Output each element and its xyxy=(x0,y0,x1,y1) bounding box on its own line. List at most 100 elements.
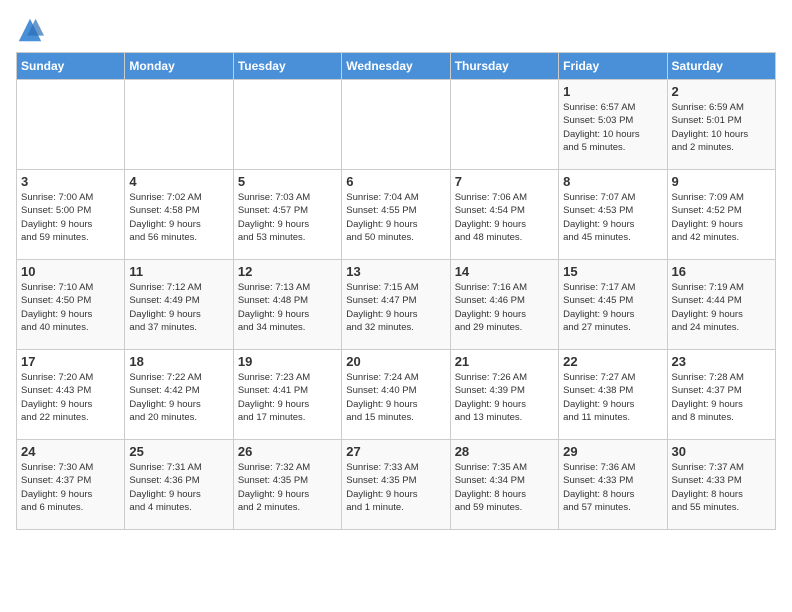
calendar-cell: 19 Sunrise: 7:23 AM Sunset: 4:41 PM Dayli… xyxy=(233,350,341,440)
cell-text: Sunrise: 7:04 AM Sunset: 4:55 PM Dayligh… xyxy=(346,191,445,244)
cell-text: Sunrise: 7:23 AM Sunset: 4:41 PM Dayligh… xyxy=(238,371,337,424)
calendar-cell: 26 Sunrise: 7:32 AM Sunset: 4:35 PM Dayli… xyxy=(233,440,341,530)
cell-text: Sunrise: 6:57 AM Sunset: 5:03 PM Dayligh… xyxy=(563,101,662,154)
calendar-table: SundayMondayTuesdayWednesdayThursdayFrid… xyxy=(16,52,776,530)
cell-text: Sunrise: 7:33 AM Sunset: 4:35 PM Dayligh… xyxy=(346,461,445,514)
calendar-cell: 20Sunrise: 7:24 AM Sunset: 4:40 PM Dayli… xyxy=(342,350,450,440)
calendar-cell: 23Sunrise: 7:28 AM Sunset: 4:37 PM Dayli… xyxy=(667,350,775,440)
calendar-cell: 28 Sunrise: 7:35 AM Sunset: 4:34 PM Dayli… xyxy=(450,440,558,530)
day-number: 26 xyxy=(238,444,337,459)
cell-text: Sunrise: 7:00 AM Sunset: 5:00 PM Dayligh… xyxy=(21,191,120,244)
day-number: 24 xyxy=(21,444,120,459)
day-number: 17 xyxy=(21,354,120,369)
header-monday: Monday xyxy=(125,53,233,80)
calendar-cell: 17 Sunrise: 7:20 AM Sunset: 4:43 PM Dayli… xyxy=(17,350,125,440)
day-number: 28 xyxy=(455,444,554,459)
calendar-cell xyxy=(450,80,558,170)
day-number: 6 xyxy=(346,174,445,189)
day-number: 7 xyxy=(455,174,554,189)
day-number: 11 xyxy=(129,264,228,279)
calendar-cell: 30Sunrise: 7:37 AM Sunset: 4:33 PM Dayli… xyxy=(667,440,775,530)
cell-text: Sunrise: 7:31 AM Sunset: 4:36 PM Dayligh… xyxy=(129,461,228,514)
cell-text: Sunrise: 7:35 AM Sunset: 4:34 PM Dayligh… xyxy=(455,461,554,514)
day-number: 27 xyxy=(346,444,445,459)
cell-text: Sunrise: 7:15 AM Sunset: 4:47 PM Dayligh… xyxy=(346,281,445,334)
calendar-cell xyxy=(233,80,341,170)
day-number: 18 xyxy=(129,354,228,369)
day-number: 13 xyxy=(346,264,445,279)
calendar-cell: 13 Sunrise: 7:15 AM Sunset: 4:47 PM Dayli… xyxy=(342,260,450,350)
calendar-cell: 14 Sunrise: 7:16 AM Sunset: 4:46 PM Dayli… xyxy=(450,260,558,350)
calendar-cell: 4Sunrise: 7:02 AM Sunset: 4:58 PM Daylig… xyxy=(125,170,233,260)
day-number: 10 xyxy=(21,264,120,279)
day-number: 1 xyxy=(563,84,662,99)
cell-text: Sunrise: 7:17 AM Sunset: 4:45 PM Dayligh… xyxy=(563,281,662,334)
day-number: 21 xyxy=(455,354,554,369)
cell-text: Sunrise: 6:59 AM Sunset: 5:01 PM Dayligh… xyxy=(672,101,771,154)
calendar-header-row: SundayMondayTuesdayWednesdayThursdayFrid… xyxy=(17,53,776,80)
day-number: 14 xyxy=(455,264,554,279)
calendar-row-0: 1 Sunrise: 6:57 AM Sunset: 5:03 PM Daylig… xyxy=(17,80,776,170)
day-number: 2 xyxy=(672,84,771,99)
day-number: 25 xyxy=(129,444,228,459)
calendar-row-2: 10 Sunrise: 7:10 AM Sunset: 4:50 PM Dayli… xyxy=(17,260,776,350)
calendar-row-4: 24 Sunrise: 7:30 AM Sunset: 4:37 PM Dayli… xyxy=(17,440,776,530)
day-number: 12 xyxy=(238,264,337,279)
calendar-cell: 24 Sunrise: 7:30 AM Sunset: 4:37 PM Dayli… xyxy=(17,440,125,530)
day-number: 29 xyxy=(563,444,662,459)
calendar-row-1: 3 Sunrise: 7:00 AM Sunset: 5:00 PM Daylig… xyxy=(17,170,776,260)
day-number: 9 xyxy=(672,174,771,189)
day-number: 16 xyxy=(672,264,771,279)
day-number: 19 xyxy=(238,354,337,369)
cell-text: Sunrise: 7:03 AM Sunset: 4:57 PM Dayligh… xyxy=(238,191,337,244)
logo-icon xyxy=(16,16,44,44)
cell-text: Sunrise: 7:30 AM Sunset: 4:37 PM Dayligh… xyxy=(21,461,120,514)
cell-text: Sunrise: 7:26 AM Sunset: 4:39 PM Dayligh… xyxy=(455,371,554,424)
calendar-cell xyxy=(342,80,450,170)
day-number: 3 xyxy=(21,174,120,189)
cell-text: Sunrise: 7:20 AM Sunset: 4:43 PM Dayligh… xyxy=(21,371,120,424)
cell-text: Sunrise: 7:02 AM Sunset: 4:58 PM Dayligh… xyxy=(129,191,228,244)
calendar-cell: 7Sunrise: 7:06 AM Sunset: 4:54 PM Daylig… xyxy=(450,170,558,260)
calendar-cell: 11Sunrise: 7:12 AM Sunset: 4:49 PM Dayli… xyxy=(125,260,233,350)
logo xyxy=(16,16,48,44)
day-number: 22 xyxy=(563,354,662,369)
cell-text: Sunrise: 7:10 AM Sunset: 4:50 PM Dayligh… xyxy=(21,281,120,334)
calendar-cell: 29 Sunrise: 7:36 AM Sunset: 4:33 PM Dayli… xyxy=(559,440,667,530)
cell-text: Sunrise: 7:16 AM Sunset: 4:46 PM Dayligh… xyxy=(455,281,554,334)
cell-text: Sunrise: 7:22 AM Sunset: 4:42 PM Dayligh… xyxy=(129,371,228,424)
header-thursday: Thursday xyxy=(450,53,558,80)
cell-text: Sunrise: 7:19 AM Sunset: 4:44 PM Dayligh… xyxy=(672,281,771,334)
cell-text: Sunrise: 7:36 AM Sunset: 4:33 PM Dayligh… xyxy=(563,461,662,514)
calendar-cell: 1 Sunrise: 6:57 AM Sunset: 5:03 PM Daylig… xyxy=(559,80,667,170)
cell-text: Sunrise: 7:24 AM Sunset: 4:40 PM Dayligh… xyxy=(346,371,445,424)
calendar-cell: 12Sunrise: 7:13 AM Sunset: 4:48 PM Dayli… xyxy=(233,260,341,350)
header-friday: Friday xyxy=(559,53,667,80)
calendar-cell: 27 Sunrise: 7:33 AM Sunset: 4:35 PM Dayli… xyxy=(342,440,450,530)
header-wednesday: Wednesday xyxy=(342,53,450,80)
calendar-row-3: 17 Sunrise: 7:20 AM Sunset: 4:43 PM Dayli… xyxy=(17,350,776,440)
cell-text: Sunrise: 7:07 AM Sunset: 4:53 PM Dayligh… xyxy=(563,191,662,244)
calendar-body: 1 Sunrise: 6:57 AM Sunset: 5:03 PM Daylig… xyxy=(17,80,776,530)
calendar-cell xyxy=(125,80,233,170)
header-saturday: Saturday xyxy=(667,53,775,80)
page-header xyxy=(16,16,776,44)
day-number: 8 xyxy=(563,174,662,189)
calendar-cell: 8 Sunrise: 7:07 AM Sunset: 4:53 PM Daylig… xyxy=(559,170,667,260)
calendar-cell: 16 Sunrise: 7:19 AM Sunset: 4:44 PM Dayli… xyxy=(667,260,775,350)
cell-text: Sunrise: 7:09 AM Sunset: 4:52 PM Dayligh… xyxy=(672,191,771,244)
header-tuesday: Tuesday xyxy=(233,53,341,80)
day-number: 15 xyxy=(563,264,662,279)
calendar-cell: 9 Sunrise: 7:09 AM Sunset: 4:52 PM Daylig… xyxy=(667,170,775,260)
day-number: 30 xyxy=(672,444,771,459)
calendar-cell: 5Sunrise: 7:03 AM Sunset: 4:57 PM Daylig… xyxy=(233,170,341,260)
calendar-cell xyxy=(17,80,125,170)
header-sunday: Sunday xyxy=(17,53,125,80)
calendar-cell: 18 Sunrise: 7:22 AM Sunset: 4:42 PM Dayli… xyxy=(125,350,233,440)
cell-text: Sunrise: 7:28 AM Sunset: 4:37 PM Dayligh… xyxy=(672,371,771,424)
calendar-cell: 2 Sunrise: 6:59 AM Sunset: 5:01 PM Daylig… xyxy=(667,80,775,170)
cell-text: Sunrise: 7:32 AM Sunset: 4:35 PM Dayligh… xyxy=(238,461,337,514)
cell-text: Sunrise: 7:27 AM Sunset: 4:38 PM Dayligh… xyxy=(563,371,662,424)
calendar-cell: 21 Sunrise: 7:26 AM Sunset: 4:39 PM Dayli… xyxy=(450,350,558,440)
calendar-cell: 10 Sunrise: 7:10 AM Sunset: 4:50 PM Dayli… xyxy=(17,260,125,350)
